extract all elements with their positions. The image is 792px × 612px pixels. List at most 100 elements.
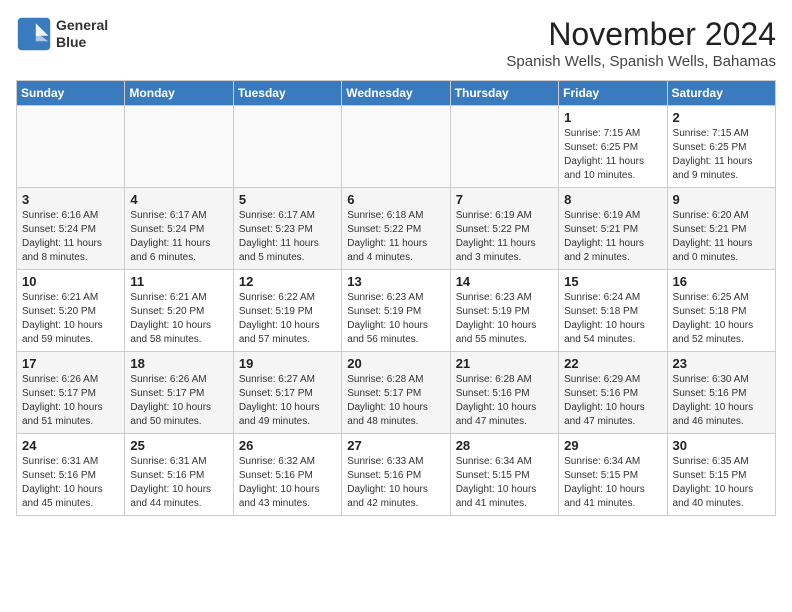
calendar-cell: 12 Sunrise: 6:22 AM Sunset: 5:19 PM Dayli…	[233, 270, 341, 352]
calendar-week-row: 1 Sunrise: 7:15 AM Sunset: 6:25 PM Daylig…	[17, 106, 776, 188]
day-number: 27	[347, 438, 444, 453]
calendar-cell: 24 Sunrise: 6:31 AM Sunset: 5:16 PM Dayli…	[17, 434, 125, 516]
column-header-thursday: Thursday	[450, 81, 558, 106]
day-info: Sunrise: 6:19 AM Sunset: 5:21 PM Dayligh…	[564, 209, 661, 265]
day-info: Sunrise: 6:25 AM Sunset: 5:18 PM Dayligh…	[673, 291, 770, 347]
day-number: 10	[22, 274, 119, 289]
day-info: Sunrise: 6:34 AM Sunset: 5:15 PM Dayligh…	[456, 455, 553, 511]
day-number: 1	[564, 110, 661, 125]
logo-text: General Blue	[56, 17, 108, 51]
calendar-cell	[17, 106, 125, 188]
calendar-cell	[450, 106, 558, 188]
calendar-cell: 10Sunrise: 6:21 AM Sunset: 5:20 PM Dayli…	[17, 270, 125, 352]
day-number: 20	[347, 356, 444, 371]
day-number: 8	[564, 192, 661, 207]
day-number: 21	[456, 356, 553, 371]
calendar-cell: 9 Sunrise: 6:20 AM Sunset: 5:21 PM Daylig…	[667, 188, 775, 270]
page-header: General Blue November 2024 Spanish Wells…	[16, 16, 776, 70]
day-number: 5	[239, 192, 336, 207]
title-block: November 2024 Spanish Wells, Spanish Wel…	[506, 16, 776, 70]
day-number: 23	[673, 356, 770, 371]
calendar-week-row: 24 Sunrise: 6:31 AM Sunset: 5:16 PM Dayli…	[17, 434, 776, 516]
month-title: November 2024	[506, 16, 776, 53]
calendar-cell	[233, 106, 341, 188]
calendar-cell: 30 Sunrise: 6:35 AM Sunset: 5:15 PM Dayli…	[667, 434, 775, 516]
calendar-cell: 29 Sunrise: 6:34 AM Sunset: 5:15 PM Dayli…	[559, 434, 667, 516]
calendar-cell: 20Sunrise: 6:28 AM Sunset: 5:17 PM Dayli…	[342, 352, 450, 434]
logo: General Blue	[16, 16, 108, 52]
day-number: 22	[564, 356, 661, 371]
calendar-cell: 3 Sunrise: 6:16 AM Sunset: 5:24 PM Daylig…	[17, 188, 125, 270]
calendar-week-row: 10 Sunrise: 6:21 AM Sunset: 5:20 PM Dayli…	[17, 270, 776, 352]
calendar-table: SundayMondayTuesdayWednesdayThursdayFrid…	[16, 80, 776, 516]
day-info: Sunrise: 6:29 AM Sunset: 5:16 PM Dayligh…	[564, 373, 661, 429]
day-info: Sunrise: 7:15 AM Sunset: 6:25 PM Dayligh…	[673, 127, 770, 183]
day-info: Sunrise: 6:16 AM Sunset: 5:24 PM Dayligh…	[22, 209, 119, 265]
calendar-cell: 16 Sunrise: 6:25 AM Sunset: 5:18 PM Dayli…	[667, 270, 775, 352]
day-info: Sunrise: 6:31 AM Sunset: 5:16 PM Dayligh…	[22, 455, 119, 511]
day-number: 24	[22, 438, 119, 453]
day-info: Sunrise: 6:34 AM Sunset: 5:15 PM Dayligh…	[564, 455, 661, 511]
day-number: 16	[673, 274, 770, 289]
calendar-cell: 19Sunrise: 6:27 AM Sunset: 5:17 PM Dayli…	[233, 352, 341, 434]
day-number: 4	[130, 192, 227, 207]
column-header-friday: Friday	[559, 81, 667, 106]
logo-icon	[16, 16, 52, 52]
day-info: Sunrise: 6:23 AM Sunset: 5:19 PM Dayligh…	[456, 291, 553, 347]
day-info: Sunrise: 6:31 AM Sunset: 5:16 PM Dayligh…	[130, 455, 227, 511]
day-info: Sunrise: 6:17 AM Sunset: 5:23 PM Dayligh…	[239, 209, 336, 265]
day-number: 25	[130, 438, 227, 453]
calendar-cell: 14 Sunrise: 6:23 AM Sunset: 5:19 PM Dayli…	[450, 270, 558, 352]
day-number: 15	[564, 274, 661, 289]
day-info: Sunrise: 6:21 AM Sunset: 5:20 PM Dayligh…	[130, 291, 227, 347]
column-header-monday: Monday	[125, 81, 233, 106]
day-info: Sunrise: 6:27 AM Sunset: 5:17 PM Dayligh…	[239, 373, 336, 429]
day-number: 9	[673, 192, 770, 207]
day-number: 3	[22, 192, 119, 207]
calendar-cell: 6 Sunrise: 6:18 AM Sunset: 5:22 PM Daylig…	[342, 188, 450, 270]
day-info: Sunrise: 6:33 AM Sunset: 5:16 PM Dayligh…	[347, 455, 444, 511]
column-header-wednesday: Wednesday	[342, 81, 450, 106]
calendar-cell: 8 Sunrise: 6:19 AM Sunset: 5:21 PM Daylig…	[559, 188, 667, 270]
calendar-cell: 11 Sunrise: 6:21 AM Sunset: 5:20 PM Dayli…	[125, 270, 233, 352]
calendar-cell: 21Sunrise: 6:28 AM Sunset: 5:16 PM Dayli…	[450, 352, 558, 434]
calendar-cell: 7Sunrise: 6:19 AM Sunset: 5:22 PM Daylig…	[450, 188, 558, 270]
calendar-cell: 15Sunrise: 6:24 AM Sunset: 5:18 PM Dayli…	[559, 270, 667, 352]
column-header-saturday: Saturday	[667, 81, 775, 106]
day-number: 7	[456, 192, 553, 207]
day-number: 26	[239, 438, 336, 453]
day-info: Sunrise: 7:15 AM Sunset: 6:25 PM Dayligh…	[564, 127, 661, 183]
calendar-week-row: 17 Sunrise: 6:26 AM Sunset: 5:17 PM Dayli…	[17, 352, 776, 434]
day-number: 6	[347, 192, 444, 207]
day-info: Sunrise: 6:23 AM Sunset: 5:19 PM Dayligh…	[347, 291, 444, 347]
location: Spanish Wells, Spanish Wells, Bahamas	[506, 53, 776, 70]
day-number: 30	[673, 438, 770, 453]
day-number: 11	[130, 274, 227, 289]
calendar-cell: 5 Sunrise: 6:17 AM Sunset: 5:23 PM Daylig…	[233, 188, 341, 270]
day-info: Sunrise: 6:20 AM Sunset: 5:21 PM Dayligh…	[673, 209, 770, 265]
day-info: Sunrise: 6:30 AM Sunset: 5:16 PM Dayligh…	[673, 373, 770, 429]
day-number: 2	[673, 110, 770, 125]
day-number: 28	[456, 438, 553, 453]
calendar-cell: 26 Sunrise: 6:32 AM Sunset: 5:16 PM Dayli…	[233, 434, 341, 516]
day-info: Sunrise: 6:22 AM Sunset: 5:19 PM Dayligh…	[239, 291, 336, 347]
day-info: Sunrise: 6:32 AM Sunset: 5:16 PM Dayligh…	[239, 455, 336, 511]
column-header-tuesday: Tuesday	[233, 81, 341, 106]
day-info: Sunrise: 6:18 AM Sunset: 5:22 PM Dayligh…	[347, 209, 444, 265]
day-info: Sunrise: 6:35 AM Sunset: 5:15 PM Dayligh…	[673, 455, 770, 511]
day-info: Sunrise: 6:26 AM Sunset: 5:17 PM Dayligh…	[130, 373, 227, 429]
calendar-week-row: 3 Sunrise: 6:16 AM Sunset: 5:24 PM Daylig…	[17, 188, 776, 270]
day-number: 29	[564, 438, 661, 453]
calendar-cell: 18Sunrise: 6:26 AM Sunset: 5:17 PM Dayli…	[125, 352, 233, 434]
day-number: 14	[456, 274, 553, 289]
calendar-cell: 25 Sunrise: 6:31 AM Sunset: 5:16 PM Dayli…	[125, 434, 233, 516]
calendar-cell	[125, 106, 233, 188]
calendar-cell: 2 Sunrise: 7:15 AM Sunset: 6:25 PM Daylig…	[667, 106, 775, 188]
calendar-header-row: SundayMondayTuesdayWednesdayThursdayFrid…	[17, 81, 776, 106]
day-number: 17	[22, 356, 119, 371]
calendar-cell	[342, 106, 450, 188]
day-number: 12	[239, 274, 336, 289]
calendar-cell: 17Sunrise: 6:26 AM Sunset: 5:17 PM Dayli…	[17, 352, 125, 434]
calendar-cell: 27 Sunrise: 6:33 AM Sunset: 5:16 PM Dayli…	[342, 434, 450, 516]
day-number: 13	[347, 274, 444, 289]
